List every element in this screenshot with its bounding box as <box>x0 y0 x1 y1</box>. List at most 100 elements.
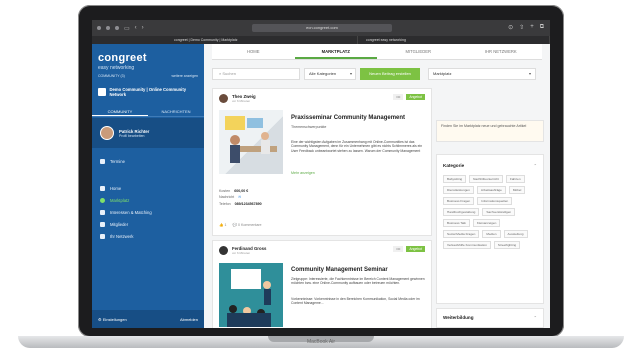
sidebar-item-label: Marktplatz <box>110 197 130 203</box>
post-image[interactable] <box>219 110 283 174</box>
create-post-button[interactable]: Neuen Beitrag erstellen <box>360 68 420 80</box>
price-row: Kosten 600,00 € <box>219 189 248 193</box>
browser-tabs: congreet | Demo Community | Marktplatz c… <box>92 36 550 44</box>
sidebar-item-label: Termine <box>110 158 125 164</box>
category-chip[interactable]: Kleinanzeigen <box>472 219 501 227</box>
more-options-button[interactable]: ••• <box>393 94 404 100</box>
download-icon[interactable]: ⊙ <box>508 24 513 31</box>
network-icon <box>100 233 105 239</box>
sidebar-item-label: Interessen & Matching <box>110 209 152 215</box>
phone-label: Telefon <box>219 202 231 206</box>
post-title[interactable]: Praxisseminar Community Management <box>291 115 429 121</box>
category-chip[interactable]: Fahrten <box>505 175 525 183</box>
category-title: Kategorie <box>443 163 465 168</box>
message-row: Nachricht ✉ <box>219 195 241 199</box>
category-select[interactable]: Alle Kategorien <box>304 68 356 80</box>
post-actions: ••• Angebot <box>393 94 425 100</box>
category-chip[interactable]: Arbeitsaufträge <box>476 186 506 194</box>
sidebar-item-interessen[interactable]: Interessen & Matching <box>100 207 200 217</box>
price-value: 600,00 € <box>234 189 249 193</box>
avatar[interactable] <box>219 94 228 103</box>
browser-tab[interactable]: congreet easy networking <box>358 36 550 44</box>
phone-value: 089/1234567890 <box>234 202 262 206</box>
tabs-overview-icon[interactable]: ⧉ <box>540 24 544 31</box>
category-chip[interactable]: Handbuchgestaltung <box>443 208 480 216</box>
category-chip[interactable]: Streetfighting <box>493 241 521 249</box>
profile-card[interactable]: Patrick Richter Profil bearbeiten <box>92 118 204 148</box>
settings-link[interactable]: ⚙ Einstellungen <box>98 317 127 322</box>
sidebar: congreet easy networking COMMUNITY (3) w… <box>92 44 204 328</box>
calendar-icon <box>100 158 105 164</box>
sidebar-item-netzwerk[interactable]: Ihr Netzwerk <box>100 231 200 241</box>
community-switch-link[interactable]: weitere anzeigen <box>172 74 198 78</box>
presentation-illustration-icon <box>227 269 271 327</box>
maximize-window-dot[interactable] <box>115 26 119 30</box>
sidebar-item-mitglieder[interactable]: Mitglieder <box>100 219 200 229</box>
minimize-window-dot[interactable] <box>106 26 110 30</box>
close-window-dot[interactable] <box>97 26 101 30</box>
category-chip[interactable]: Medien <box>482 230 501 238</box>
sidebar-item-marktplatz[interactable]: Marktplatz <box>100 195 200 205</box>
category-chip[interactable]: Verkaufshilfe Kommunikation <box>443 241 491 249</box>
browser-tab-active[interactable]: congreet | Demo Community | Marktplatz <box>92 36 358 44</box>
tab-nachrichten[interactable]: NACHRICHTEN <box>148 106 204 116</box>
community-name: Demo Community | Online Community Networ… <box>109 87 187 97</box>
forward-icon[interactable]: › <box>142 25 144 31</box>
category-chip[interactable]: Informationsquellen <box>477 197 513 205</box>
more-options-button[interactable]: ••• <box>393 246 404 252</box>
post-text: Zielgruppe: Interessierte, die Fachkennt… <box>291 277 425 286</box>
logout-link[interactable]: Abmelden <box>180 317 198 322</box>
category-chip[interactable]: Business Talk <box>443 219 470 227</box>
browser-actions: ⊙ ⇧ + ⧉ <box>508 24 544 31</box>
sidebar-item-home[interactable]: Home <box>100 183 200 193</box>
filter-bar: ⌕ Suchen Alle Kategorien Neuen Beitrag e… <box>212 66 542 82</box>
tab-mitglieder[interactable]: MITGLIEDER <box>377 44 460 59</box>
new-tab-icon[interactable]: + <box>530 24 534 31</box>
post-title[interactable]: Community Management Seminar <box>291 267 429 273</box>
chevron-up-icon[interactable]: ⌃ <box>534 163 537 168</box>
avatar[interactable] <box>219 246 228 255</box>
phone-row: Telefon 089/1234567890 <box>219 202 262 206</box>
tab-netzwerk[interactable]: IHR NETZWERK <box>460 44 543 59</box>
category-chip[interactable]: Dienstleistungen <box>443 186 474 194</box>
app-tagline: easy networking <box>98 65 135 71</box>
sidebar-tabs: COMMUNITY NACHRICHTEN <box>92 106 204 117</box>
category-panel: Kategorie ⌃ Babysitting Nachhilfeunterri… <box>436 154 544 304</box>
tab-marktplatz[interactable]: MARKTPLATZ <box>294 44 377 59</box>
marketplace-select[interactable]: Marktplatz <box>428 68 536 80</box>
profile-edit-link[interactable]: Profil bearbeiten <box>119 134 149 138</box>
comments-link[interactable]: 💬 0 Kommentare <box>232 223 261 227</box>
category-chip[interactable]: Sachverständigen <box>482 208 516 216</box>
message-icon[interactable]: ✉ <box>238 195 241 199</box>
profile-name: Patrick Richter <box>119 128 150 134</box>
like-button[interactable]: 👍 1 <box>219 223 226 227</box>
read-more-link[interactable]: Mehr anzeigen <box>291 171 315 175</box>
url-bar[interactable]: ecn.congreet.com <box>252 24 392 32</box>
app-logo[interactable]: congreet <box>98 52 147 64</box>
category-chip[interactable]: Social Media Fragen <box>443 230 480 238</box>
post-image[interactable] <box>219 263 283 327</box>
category-chip[interactable]: Möbel <box>508 186 526 194</box>
marketplace-note: Finden Sie im Marktplatz neue und gebrau… <box>436 120 544 142</box>
post-header: Ferdinand Gross vor 6 Minuten <box>219 246 266 255</box>
category-chip[interactable]: Nachhilfeunterricht <box>469 175 503 183</box>
screen: ▭ ‹ › ecn.congreet.com ⊙ ⇧ + ⧉ congreet … <box>92 20 550 328</box>
post-card: Ferdinand Gross vor 6 Minuten ••• Angebo… <box>212 240 432 328</box>
sidebar-item-label: Ihr Netzwerk <box>110 233 134 239</box>
chevron-up-icon[interactable]: ⌃ <box>534 315 537 320</box>
category-chip[interactable]: Babysitting <box>443 175 467 183</box>
search-input[interactable]: ⌕ Suchen <box>212 68 300 80</box>
back-icon[interactable]: ‹ <box>135 25 137 31</box>
tab-home[interactable]: HOME <box>212 44 295 59</box>
category-chip[interactable]: Business Fragen <box>443 197 475 205</box>
matching-icon <box>100 209 105 215</box>
category-chip[interactable]: Ausstellung <box>503 230 528 238</box>
members-icon <box>100 221 105 227</box>
sidebar-toggle-icon[interactable]: ▭ <box>124 25 130 32</box>
message-label: Nachricht <box>219 195 235 199</box>
community-selector[interactable]: Demo Community | Online Community Networ… <box>98 84 198 100</box>
tab-community[interactable]: COMMUNITY <box>92 106 148 116</box>
sidebar-item-termine[interactable]: Termine <box>100 156 200 166</box>
sidebar-item-label: Home <box>110 185 122 191</box>
share-icon[interactable]: ⇧ <box>519 24 524 31</box>
